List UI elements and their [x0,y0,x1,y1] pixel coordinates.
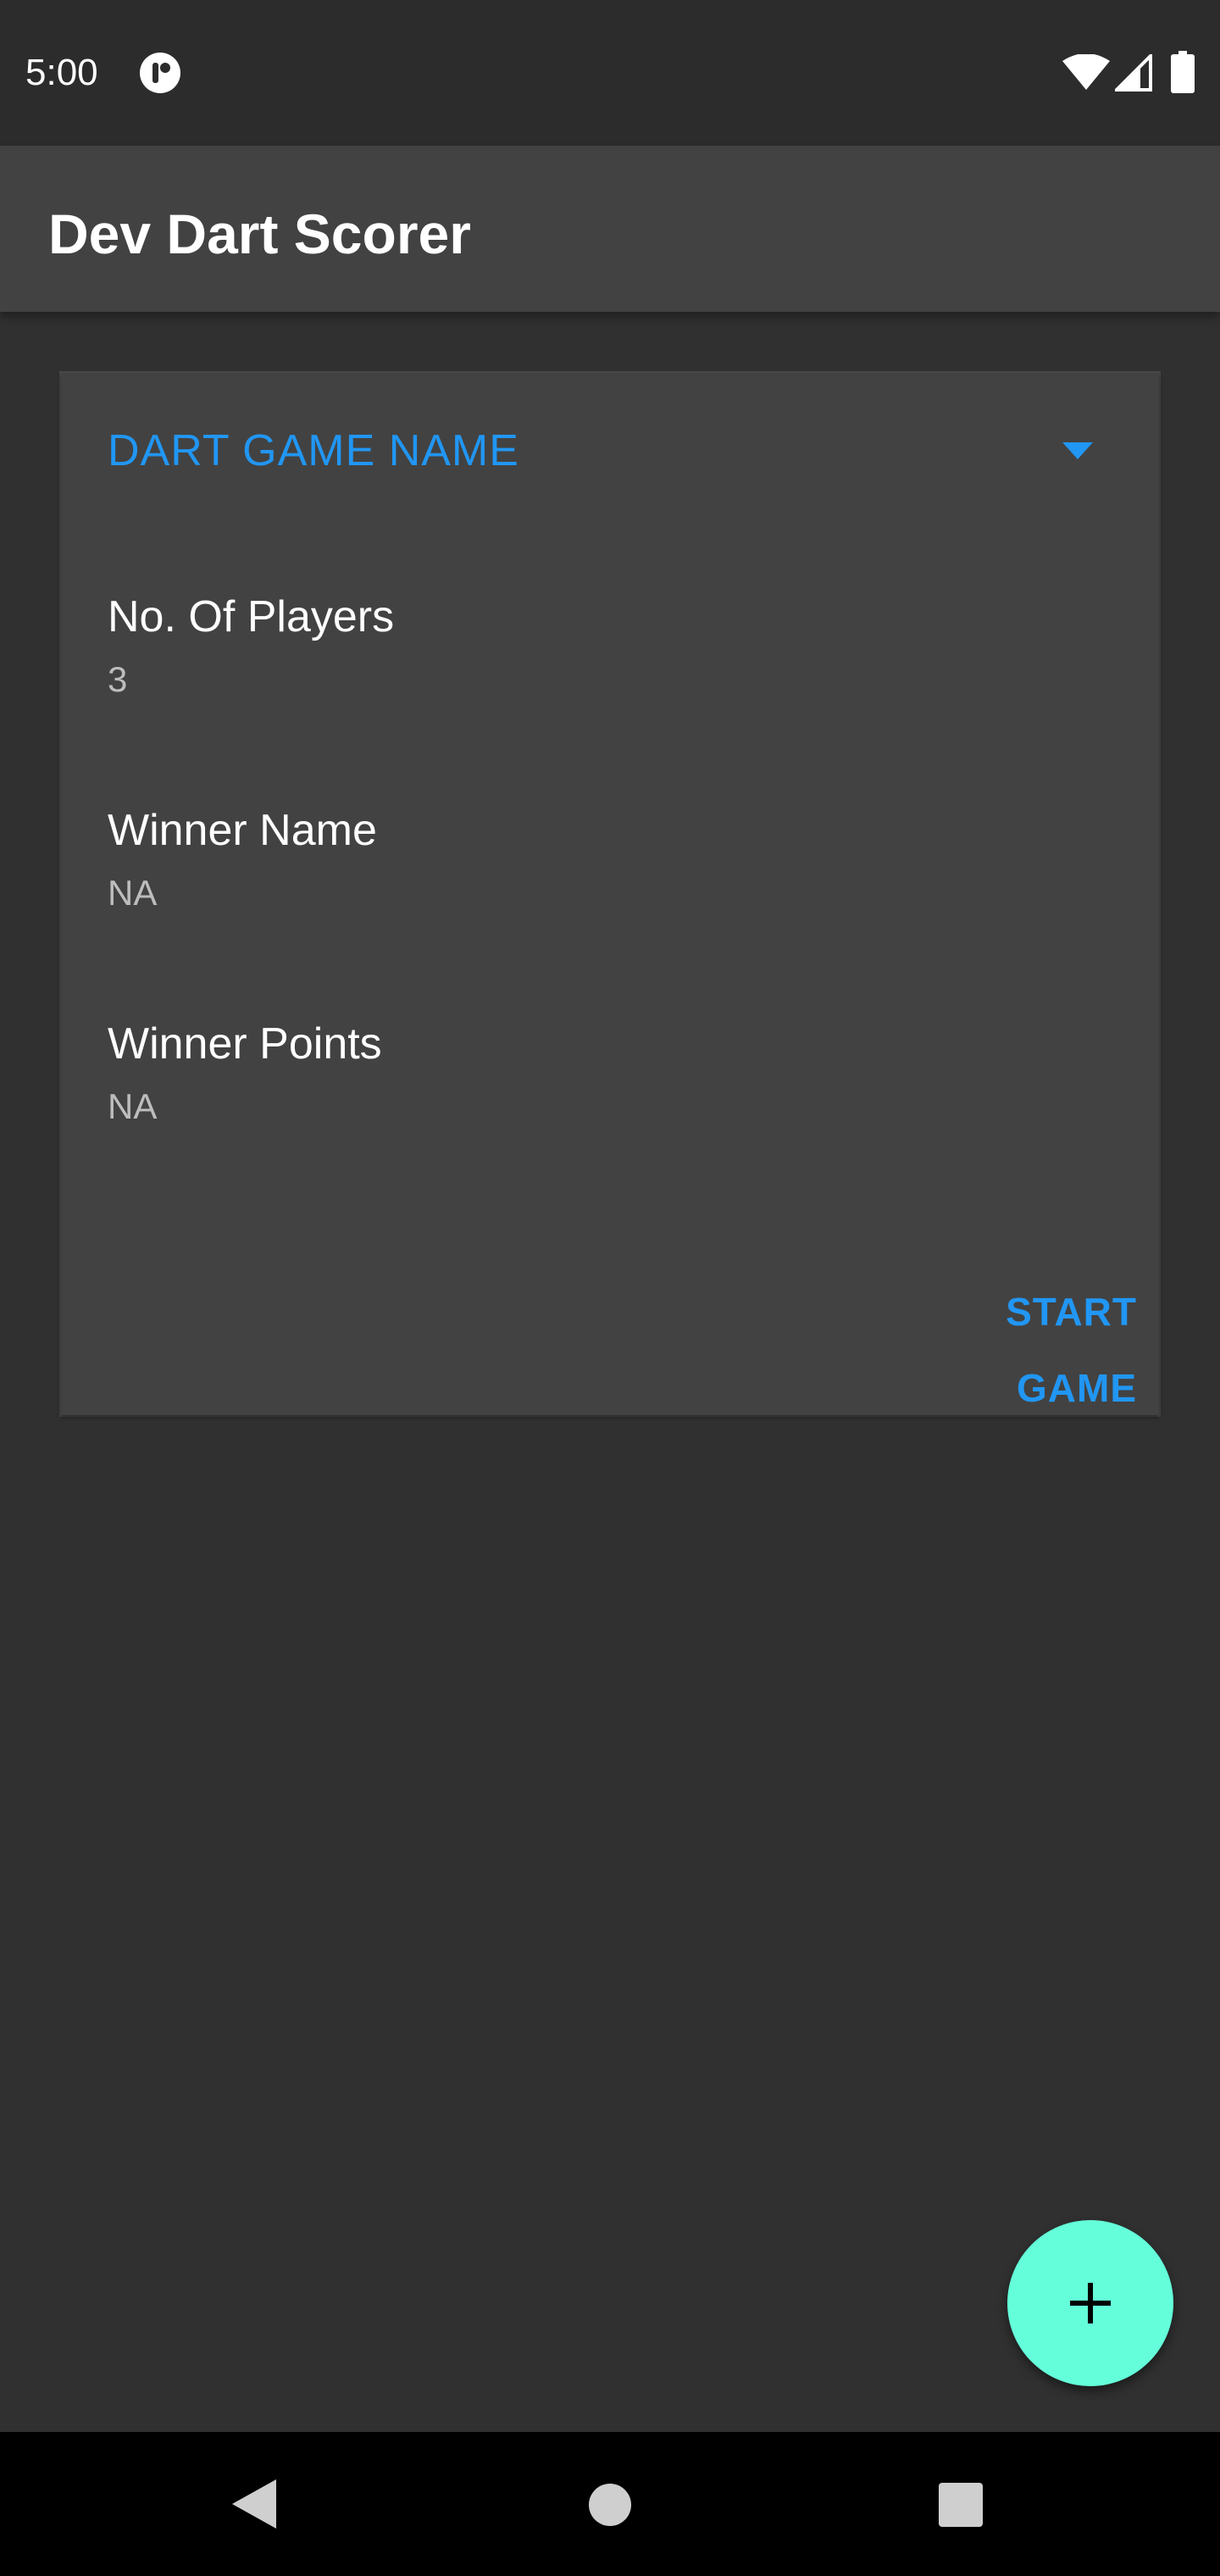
app-bar: Dev Dart Scorer [0,146,1220,312]
players-count-value: 3 [108,659,128,699]
home-icon[interactable] [588,2483,632,2527]
add-game-fab[interactable] [1007,2220,1173,2386]
cell-signal-icon [1112,52,1152,92]
status-time: 5:00 [25,52,98,93]
winner-points-value: NA [108,1086,158,1126]
app-title: Dev Dart Scorer [48,203,471,265]
battery-icon [1171,51,1195,93]
players-count-label: No. Of Players [108,592,395,641]
recents-icon[interactable] [939,2483,983,2527]
wifi-icon [1062,53,1110,90]
game-card: DART GAME NAME No. Of Players 3 Winner N… [61,373,1159,1415]
winner-name-value: NA [108,873,158,913]
arrow-drop-down-icon[interactable] [1061,441,1095,461]
navigation-bar [0,2432,1220,2576]
winner-points-label: Winner Points [108,1019,382,1069]
notification-app-icon [139,52,181,94]
status-bar: 5:00 [0,0,1220,146]
winner-name-label: Winner Name [108,806,377,855]
start-game-button[interactable]: START GAME [883,1274,1137,1410]
app-screen: 5:00 Dev Dart Scorer DART GAME NAME No. … [0,0,1220,2576]
game-name-label: DART GAME NAME [108,426,519,475]
game-name-dropdown[interactable]: DART GAME NAME [61,373,1159,542]
back-icon[interactable] [230,2478,278,2530]
plus-icon [1070,2283,1111,2323]
